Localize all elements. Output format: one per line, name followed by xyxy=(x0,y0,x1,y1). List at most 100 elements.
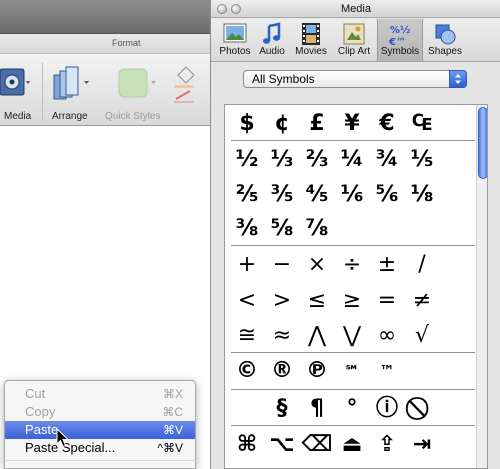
symbol-cell[interactable]: × xyxy=(299,248,335,282)
symbol-cell[interactable]: ⅛ xyxy=(404,178,440,212)
symbol-cell[interactable]: / xyxy=(404,248,440,282)
fill-color-button[interactable] xyxy=(168,61,208,105)
media-button-label: Media xyxy=(4,111,32,122)
symbol-cell[interactable]: ¾ xyxy=(369,143,405,177)
select-arrows-icon xyxy=(449,70,467,88)
symbol-cell[interactable]: ⅓ xyxy=(264,143,300,177)
symbol-cell[interactable]: ℗ xyxy=(299,354,335,388)
symbol-cell[interactable]: ⅘ xyxy=(299,178,335,212)
symbol-cell[interactable]: ± xyxy=(369,248,405,282)
tab-label: Shapes xyxy=(428,46,462,57)
menu-item-shortcut: ⌘X xyxy=(162,387,183,401)
symbol-cell[interactable]: ⃠ xyxy=(404,392,440,426)
svg-text:%½: %½ xyxy=(390,25,410,36)
symbol-cell[interactable]: ≤ xyxy=(299,284,335,318)
tab-photos[interactable]: Photos xyxy=(217,19,253,61)
symbol-cell[interactable]: ⅞ xyxy=(299,212,335,246)
symbol-cell[interactable]: $ xyxy=(229,107,265,141)
symbol-cell[interactable]: ≅ xyxy=(229,319,265,353)
symbol-row: < > ≤ ≥ = ≠ xyxy=(225,284,475,318)
symbol-cell[interactable]: ⇥ xyxy=(404,428,440,462)
palette-tabbar: Photos Audio Movies Clip Art %½ €™ Symbo… xyxy=(211,19,500,62)
symbol-cell[interactable]: > xyxy=(264,284,300,318)
symbol-cell[interactable]: ≥ xyxy=(334,284,370,318)
symbol-cell[interactable]: ⅖ xyxy=(229,178,265,212)
symbol-row: ½⅓⅔¼¾⅕ xyxy=(225,143,475,177)
symbol-cell[interactable]: = xyxy=(369,284,405,318)
menu-item-copy[interactable]: Copy ⌘C xyxy=(5,403,195,421)
symbol-cell[interactable]: ™ xyxy=(369,354,405,388)
symbol-cell[interactable]: < xyxy=(229,284,265,318)
symbol-cell[interactable]: ® xyxy=(264,354,300,388)
menu-item-cut[interactable]: Cut ⌘X xyxy=(5,385,195,403)
symbol-cell[interactable]: ⅚ xyxy=(369,178,405,212)
symbol-cell[interactable]: ≠ xyxy=(404,284,440,318)
symbol-cell[interactable]: £ xyxy=(299,107,335,141)
symbol-cell[interactable]: © xyxy=(229,354,265,388)
symbol-cell[interactable]: § xyxy=(264,392,300,426)
arrange-icon xyxy=(53,66,89,100)
symbol-cell[interactable]: ÷ xyxy=(334,248,370,282)
symbol-cell[interactable]: ≈ xyxy=(264,319,300,353)
symbol-cell[interactable]: ⓘ xyxy=(369,392,405,426)
symbol-cell[interactable]: ⋁ xyxy=(334,319,370,353)
symbol-cell[interactable]: ⅙ xyxy=(334,178,370,212)
symbol-cell[interactable]: − xyxy=(264,248,300,282)
symbol-row: + − × ÷ ± / xyxy=(225,248,475,282)
symbol-cell[interactable]: + xyxy=(229,248,265,282)
symbol-cell[interactable]: ¥ xyxy=(334,107,370,141)
vertical-scrollbar[interactable] xyxy=(476,105,487,468)
symbol-cell[interactable]: ⅕ xyxy=(404,143,440,177)
tab-clip-art[interactable]: Clip Art xyxy=(333,19,375,61)
symbol-cell[interactable]: ⅜ xyxy=(229,212,265,246)
symbol-cell[interactable]: ⌘ xyxy=(229,428,265,462)
symbol-cell[interactable]: ⅔ xyxy=(299,143,335,177)
menu-item-shortcut: ⌘V xyxy=(162,423,183,437)
media-button[interactable]: Media xyxy=(0,61,34,122)
symbol-row: §¶°ⓘ⃠ xyxy=(225,392,475,426)
tab-movies[interactable]: Movies xyxy=(291,19,331,61)
symbol-row: © ® ℗ ℠ ™ xyxy=(225,354,475,388)
quick-styles-icon xyxy=(118,68,156,98)
symbol-cell[interactable]: √ xyxy=(404,319,440,353)
symbols-icon: %½ €™ xyxy=(388,25,410,48)
symbol-cell[interactable]: ⅝ xyxy=(264,212,300,246)
symbol-cell[interactable]: ⇪ xyxy=(369,428,405,462)
symbol-cell[interactable]: ¶ xyxy=(299,392,335,426)
symbol-cell[interactable]: ⌥ xyxy=(264,428,300,462)
symbol-grid: $ ¢ £ ¥ € ₠ ½ ⅓ ⅔ ¼ ¾ ⅕ ⅖ ⅗ ⅘ ⅙ ⅚ ⅛ ⅜ ⅝ ⅞ + − × ÷ ± / < > ≤ ≥ = ≠ ≅ ≈ ⋀ ⋁ ∞ √ ©… xyxy=(224,104,488,469)
symbol-row: $ ¢ £ ¥ € ₠ xyxy=(225,107,475,141)
menu-item-label: Paste Special... xyxy=(25,440,116,455)
category-select[interactable]: All Symbols xyxy=(243,70,467,88)
quick-styles-button[interactable]: Quick Styles xyxy=(104,61,164,122)
menu-item-label: Cut xyxy=(25,386,46,401)
quick-styles-label: Quick Styles xyxy=(105,111,161,122)
symbol-cell[interactable]: ₠ xyxy=(404,107,440,141)
arrange-button-label: Arrange xyxy=(52,111,88,122)
symbol-cell[interactable]: ° xyxy=(334,392,370,426)
tab-audio[interactable]: Audio xyxy=(255,19,289,61)
symbol-cell[interactable]: ℠ xyxy=(334,354,370,388)
menu-item-shortcut: ^⌘V xyxy=(157,441,183,455)
symbol-cell[interactable] xyxy=(229,392,265,426)
symbol-cell[interactable]: ∞ xyxy=(369,319,405,353)
symbol-cell[interactable]: ½ xyxy=(229,143,265,177)
menu-item-label: Paste xyxy=(25,422,59,437)
tab-shapes[interactable]: Shapes xyxy=(425,19,465,61)
symbol-cell[interactable]: ⅗ xyxy=(264,178,300,212)
symbol-cell[interactable]: € xyxy=(369,107,405,141)
scrollbar-thumb[interactable] xyxy=(478,107,487,179)
symbol-cell[interactable]: ¢ xyxy=(264,107,300,141)
minimize-icon[interactable] xyxy=(231,4,241,14)
tab-symbols[interactable]: %½ €™ Symbols xyxy=(377,19,423,61)
menu-item-paste[interactable]: Paste ⌘V xyxy=(5,421,195,439)
close-icon[interactable] xyxy=(217,4,227,14)
symbol-cell[interactable]: ⌫ xyxy=(299,428,335,462)
symbol-row: ⅜⅝⅞ xyxy=(225,212,475,246)
arrange-button[interactable]: Arrange xyxy=(50,61,94,122)
symbol-cell[interactable]: ⏏ xyxy=(334,428,370,462)
symbol-cell[interactable]: ⋀ xyxy=(299,319,335,353)
film-strip-icon xyxy=(302,23,320,45)
menu-item-paste-special[interactable]: Paste Special... ^⌘V xyxy=(5,439,195,457)
symbol-cell[interactable]: ¼ xyxy=(334,143,370,177)
